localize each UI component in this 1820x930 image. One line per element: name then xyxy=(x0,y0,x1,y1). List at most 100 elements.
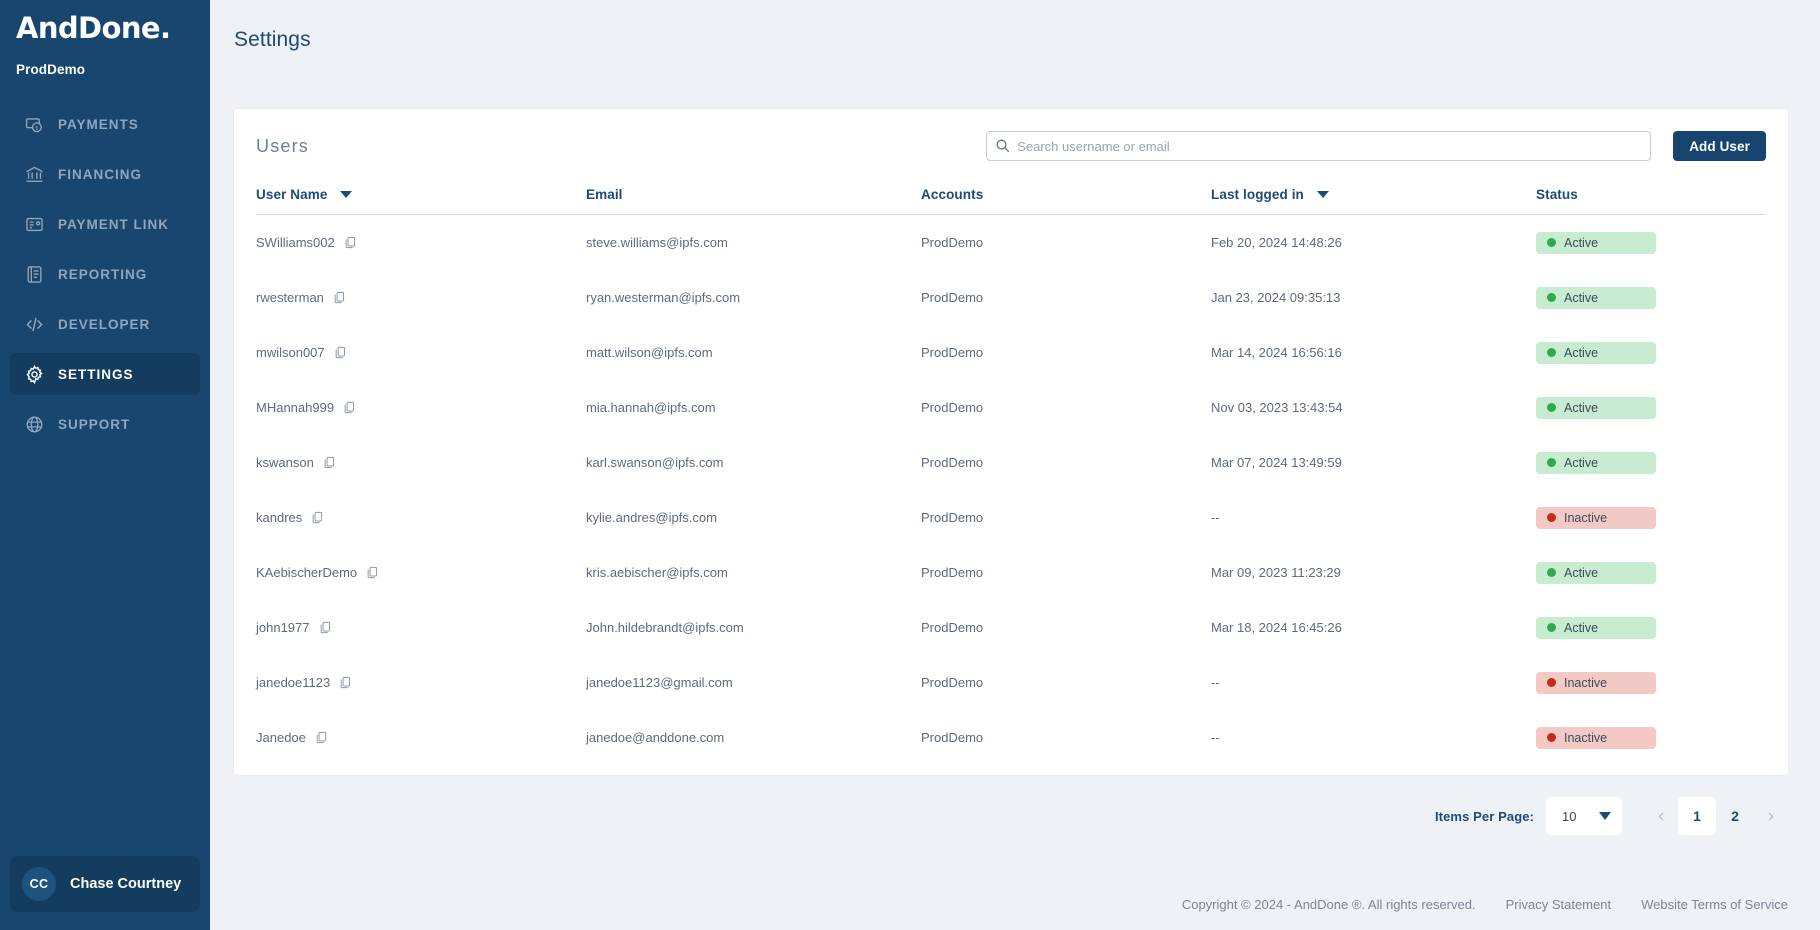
main-content: Settings Users Add User xyxy=(210,0,1820,930)
th-last-logged-in[interactable]: Last logged in xyxy=(1211,175,1536,215)
th-user-name[interactable]: User Name xyxy=(256,175,586,215)
users-card-title: Users xyxy=(256,135,310,156)
copy-icon[interactable] xyxy=(344,236,357,250)
cell-account: ProdDemo xyxy=(921,400,984,415)
status-badge: Active xyxy=(1536,396,1656,419)
status-badge: Inactive xyxy=(1536,506,1656,529)
table-row: Janedoe janedoe@anddone.com ProdDemo -- Inac… xyxy=(256,710,1766,765)
sort-caret-last-logged-in[interactable] xyxy=(1316,191,1329,198)
th-accounts: Accounts xyxy=(921,175,1211,215)
page-button-2[interactable]: 2 xyxy=(1716,797,1754,835)
sidebar-item-support[interactable]: SUPPORT xyxy=(10,403,200,445)
sidebar-item-payments[interactable]: $ PAYMENTS xyxy=(10,103,200,145)
th-label: Last logged in xyxy=(1211,187,1304,202)
search-input[interactable] xyxy=(986,131,1652,161)
copy-icon[interactable] xyxy=(366,566,379,580)
cell-last-logged-in: Mar 18, 2024 16:45:26 xyxy=(1211,620,1342,635)
user-name-text: SWilliams002 xyxy=(256,235,335,250)
user-name-text: mwilson007 xyxy=(256,345,325,360)
status-label: Active xyxy=(1564,565,1599,580)
next-page-button[interactable]: › xyxy=(1754,797,1788,835)
svg-text:$: $ xyxy=(35,125,39,131)
copy-icon[interactable] xyxy=(339,676,352,690)
th-email: Email xyxy=(586,175,921,215)
users-table: User Name Email Accounts Last logged in … xyxy=(256,175,1766,765)
sidebar-item-developer[interactable]: DEVELOPER xyxy=(10,303,200,345)
status-label: Active xyxy=(1564,455,1599,470)
footer: Copyright © 2024 - AndDone ®. All rights… xyxy=(1182,897,1788,912)
sidebar-item-financing[interactable]: FINANCING xyxy=(10,153,200,195)
sidebar-nav: $ PAYMENTS FINANCING PAYMENT LINK REPORT… xyxy=(0,99,210,449)
cell-account: ProdDemo xyxy=(921,455,984,470)
chevron-down-icon xyxy=(1599,812,1611,820)
cell-user-name: mwilson007 xyxy=(256,325,586,380)
privacy-statement-link[interactable]: Privacy Statement xyxy=(1506,897,1612,912)
copy-icon[interactable] xyxy=(311,511,324,525)
cell-user-name: SWilliams002 xyxy=(256,215,586,271)
status-label: Inactive xyxy=(1564,510,1608,525)
terms-of-service-link[interactable]: Website Terms of Service xyxy=(1641,897,1788,912)
copy-icon[interactable] xyxy=(315,731,328,745)
user-profile-button[interactable]: CC Chase Courtney xyxy=(10,856,200,912)
table-row: MHannah999 mia.hannah@ipfs.com ProdDemo Nov… xyxy=(256,380,1766,435)
page-title: Settings xyxy=(234,28,311,51)
cell-status: Inactive xyxy=(1536,490,1766,545)
sidebar-item-label: FINANCING xyxy=(58,166,142,182)
avatar: CC xyxy=(22,867,56,901)
status-badge: Active xyxy=(1536,451,1656,474)
status-dot-icon xyxy=(1547,293,1556,302)
copy-icon[interactable] xyxy=(333,291,346,305)
cell-email: kris.aebischer@ipfs.com xyxy=(586,565,728,580)
cell-account: ProdDemo xyxy=(921,730,984,745)
user-name-text: MHannah999 xyxy=(256,400,335,415)
copy-icon[interactable] xyxy=(319,621,332,635)
users-card-header: Users Add User xyxy=(256,127,1766,175)
pagination: Items Per Page: 10 ‹ 1 2 › xyxy=(210,797,1788,835)
table-row: rwesterman ryan.westerman@ipfs.com ProdDem… xyxy=(256,270,1766,325)
cell-status: Active xyxy=(1536,270,1766,325)
cell-account: ProdDemo xyxy=(921,565,984,580)
status-badge: Active xyxy=(1536,231,1656,254)
th-label: User Name xyxy=(256,187,328,202)
status-dot-icon xyxy=(1547,513,1556,522)
sidebar-item-payment-link[interactable]: PAYMENT LINK xyxy=(10,203,200,245)
user-name-text: rwesterman xyxy=(256,290,324,305)
previous-page-button[interactable]: ‹ xyxy=(1644,797,1678,835)
sort-caret-user-name[interactable] xyxy=(340,191,353,198)
page-button-1[interactable]: 1 xyxy=(1678,797,1716,835)
status-badge: Inactive xyxy=(1536,726,1656,749)
copy-icon[interactable] xyxy=(334,346,347,360)
table-row: john1977 John.hildebrandt@ipfs.com ProdDem… xyxy=(256,600,1766,655)
th-label: Email xyxy=(586,187,623,202)
user-name-text: kandres xyxy=(256,510,303,525)
status-label: Active xyxy=(1564,620,1599,635)
users-table-body: SWilliams002 steve.williams@ipfs.com ProdD… xyxy=(256,215,1766,766)
cell-account: ProdDemo xyxy=(921,510,984,525)
sidebar-item-reporting[interactable]: REPORTING xyxy=(10,253,200,295)
sidebar-item-label: PAYMENT LINK xyxy=(58,216,170,232)
cell-last-logged-in: Feb 20, 2024 14:48:26 xyxy=(1211,235,1342,250)
cell-account: ProdDemo xyxy=(921,620,984,635)
cell-user-name: john1977 xyxy=(256,600,586,655)
items-per-page-select[interactable]: 10 xyxy=(1546,797,1622,835)
cell-email: janedoe1123@gmail.com xyxy=(586,675,733,690)
users-card-actions: Add User xyxy=(986,131,1766,161)
cell-status: Active xyxy=(1536,215,1766,271)
cell-account: ProdDemo xyxy=(921,290,984,305)
table-row: SWilliams002 steve.williams@ipfs.com ProdD… xyxy=(256,215,1766,271)
user-name-text: john1977 xyxy=(256,620,310,635)
th-status: Status xyxy=(1536,175,1766,215)
table-row: janedoe1123 janedoe1123@gmail.com ProdDemo… xyxy=(256,655,1766,710)
sidebar-item-label: PAYMENTS xyxy=(58,116,139,132)
brand-logo[interactable]: AndDone. xyxy=(0,0,210,56)
brand-dot: . xyxy=(159,11,171,45)
copy-icon[interactable] xyxy=(323,456,336,470)
sidebar-item-label: REPORTING xyxy=(58,266,148,282)
cell-email: matt.wilson@ipfs.com xyxy=(586,345,713,360)
copy-icon[interactable] xyxy=(343,401,356,415)
add-user-button[interactable]: Add User xyxy=(1673,131,1766,161)
sidebar-item-settings[interactable]: SETTINGS xyxy=(10,353,200,395)
cell-user-name: MHannah999 xyxy=(256,380,586,435)
cell-status: Active xyxy=(1536,380,1766,435)
cell-last-logged-in: Mar 09, 2023 11:23:29 xyxy=(1211,565,1341,580)
